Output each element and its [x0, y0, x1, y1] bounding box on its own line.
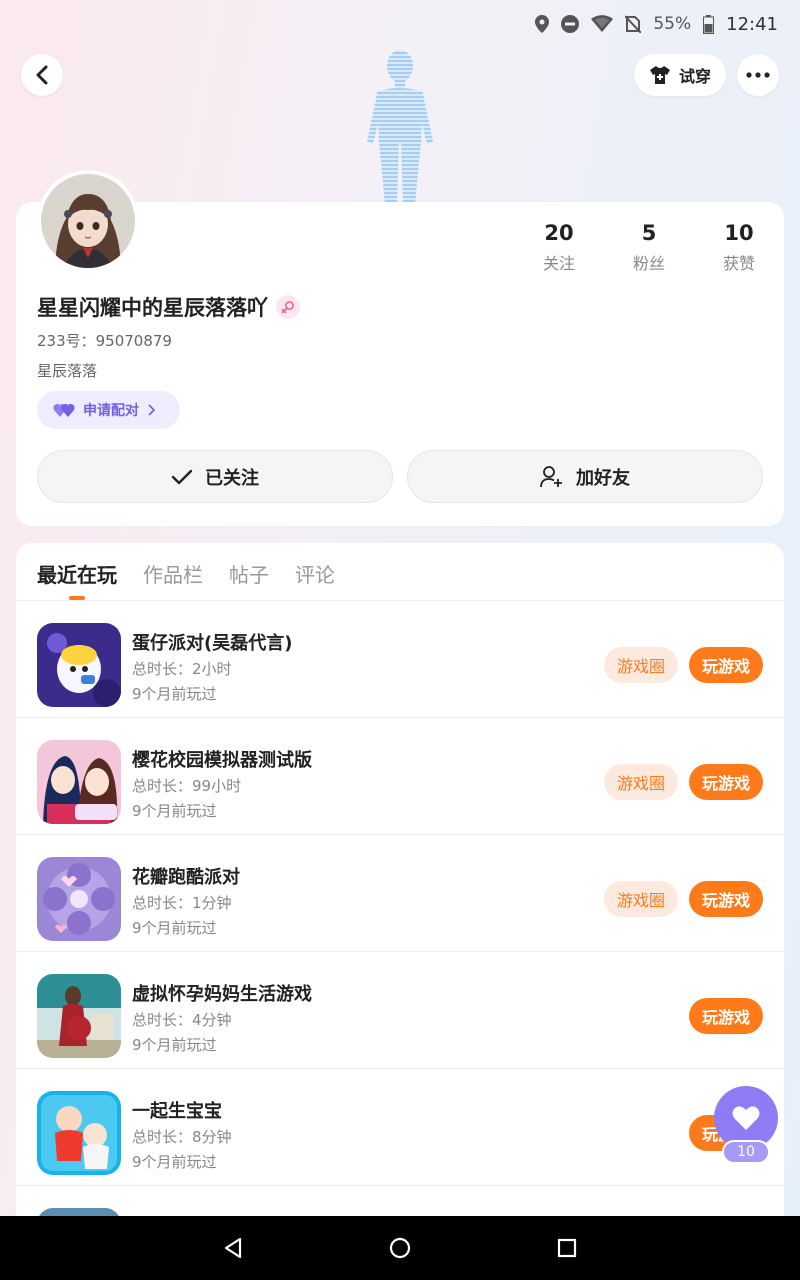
- status-bar: 55% 12:41: [0, 0, 800, 48]
- game-name: 一起生宝宝: [132, 1101, 222, 1122]
- heart-icon: [732, 1106, 760, 1130]
- gender-badge: [276, 295, 300, 319]
- game-name: 樱花校园模拟器测试版: [132, 750, 312, 771]
- followed-label: 已关注: [205, 467, 259, 489]
- profile-tabs: 最近在玩 作品栏 帖子 评论: [16, 543, 784, 601]
- game-row[interactable]: 虚拟怀孕妈妈生活游戏 总时长：4分钟 9个月前玩过 玩游戏: [16, 952, 784, 1069]
- dnd-icon: [561, 15, 580, 33]
- game-name: 蛋仔派对(吴磊代言): [132, 633, 293, 654]
- play-game-button[interactable]: 玩游戏: [689, 647, 763, 683]
- nickname: 星星闪耀中的星辰落落吖: [37, 296, 268, 320]
- battery-percent: 55%: [653, 14, 692, 34]
- game-icon[interactable]: [37, 623, 121, 707]
- game-duration: 总时长：2小时: [132, 660, 232, 678]
- game-icon[interactable]: [37, 857, 121, 941]
- stat-value: 5: [641, 221, 657, 245]
- avatar-image: [41, 174, 135, 268]
- nav-home-icon[interactable]: [389, 1237, 411, 1259]
- game-icon[interactable]: [37, 740, 121, 824]
- game-last-played: 9个月前玩过: [132, 685, 217, 703]
- apply-match-label: 申请配对: [83, 403, 139, 419]
- add-friend-label: 加好友: [576, 467, 630, 489]
- stat-label: 粉丝: [632, 254, 665, 273]
- recent-games-card: 最近在玩 作品栏 帖子 评论 蛋仔派对(吴磊代言) 总时长：2小时 9个月前玩过…: [16, 543, 784, 1243]
- avatar[interactable]: [37, 170, 139, 272]
- add-friend-button[interactable]: 加好友: [407, 450, 763, 503]
- tab-comments[interactable]: 评论: [295, 559, 335, 588]
- tab-works[interactable]: 作品栏: [143, 559, 203, 588]
- game-circle-button[interactable]: 游戏圈: [604, 647, 678, 683]
- game-duration: 总时长：4分钟: [132, 1011, 232, 1029]
- like-count-badge: 10: [722, 1140, 770, 1164]
- game-name: 虚拟怀孕妈妈生活游戏: [132, 984, 312, 1005]
- more-button[interactable]: [737, 54, 779, 96]
- clock: 12:41: [726, 13, 778, 35]
- stat-label: 获赞: [722, 254, 755, 273]
- game-last-played: 9个月前玩过: [132, 802, 217, 820]
- game-circle-button[interactable]: 游戏圈: [604, 881, 678, 917]
- user-bio: 星辰落落: [37, 362, 98, 380]
- avatar-hologram-figure: [367, 50, 433, 204]
- chevron-right-icon: [148, 404, 155, 416]
- game-last-played: 9个月前玩过: [132, 919, 217, 937]
- female-icon: [281, 301, 294, 314]
- stat-following[interactable]: 20 关注: [514, 220, 604, 274]
- game-duration: 总时长：99小时: [132, 777, 242, 795]
- try-on-button[interactable]: 试穿: [634, 54, 726, 96]
- game-row[interactable]: 一起生宝宝 总时长：8分钟 9个月前玩过 玩游戏: [16, 1069, 784, 1186]
- game-last-played: 9个月前玩过: [132, 1036, 217, 1054]
- tshirt-icon: [649, 66, 670, 84]
- game-circle-button[interactable]: 游戏圈: [604, 764, 678, 800]
- more-dots-icon: [746, 72, 770, 78]
- play-game-button[interactable]: 玩游戏: [689, 881, 763, 917]
- nav-back-icon[interactable]: [223, 1237, 243, 1259]
- double-heart-icon: [53, 403, 75, 417]
- add-user-icon: [540, 465, 562, 487]
- chevron-left-icon: [36, 65, 48, 85]
- game-last-played: 9个月前玩过: [132, 1153, 217, 1171]
- followed-button[interactable]: 已关注: [37, 450, 393, 503]
- wifi-icon: [591, 15, 614, 32]
- game-duration: 总时长：8分钟: [132, 1128, 232, 1146]
- system-nav-bar: [0, 1216, 800, 1280]
- location-icon: [535, 15, 550, 33]
- play-game-button[interactable]: 玩游戏: [689, 764, 763, 800]
- back-button[interactable]: [21, 54, 63, 96]
- game-row[interactable]: 花瓣跑酷派对 总时长：1分钟 9个月前玩过 游戏圈 玩游戏: [16, 835, 784, 952]
- game-row[interactable]: 蛋仔派对(吴磊代言) 总时长：2小时 9个月前玩过 游戏圈 玩游戏: [16, 601, 784, 718]
- play-game-button[interactable]: 玩游戏: [689, 998, 763, 1034]
- game-name: 花瓣跑酷派对: [132, 867, 240, 888]
- game-duration: 总时长：1分钟: [132, 894, 232, 912]
- stat-value: 10: [724, 221, 754, 245]
- game-icon[interactable]: [37, 1091, 121, 1175]
- tab-recent-play[interactable]: 最近在玩: [37, 559, 117, 588]
- nav-recents-icon[interactable]: [557, 1238, 577, 1258]
- stat-label: 关注: [542, 254, 575, 273]
- profile-stats: 20 关注 5 粉丝 10 获赞: [514, 220, 784, 274]
- nickname-row: 星星闪耀中的星辰落落吖: [37, 292, 300, 322]
- stat-fans[interactable]: 5 粉丝: [604, 220, 694, 274]
- stat-likes[interactable]: 10 获赞: [694, 220, 784, 274]
- profile-card: 20 关注 5 粉丝 10 获赞 星星闪耀中的星辰落落吖 233号：950708…: [16, 202, 784, 526]
- check-icon: [171, 469, 193, 484]
- no-sim-icon: [625, 15, 642, 33]
- game-icon[interactable]: [37, 974, 121, 1058]
- tab-posts[interactable]: 帖子: [229, 559, 269, 588]
- stat-value: 20: [544, 221, 574, 245]
- game-row[interactable]: 樱花校园模拟器测试版 总时长：99小时 9个月前玩过 游戏圈 玩游戏: [16, 718, 784, 835]
- apply-match-button[interactable]: 申请配对: [37, 391, 180, 429]
- battery-icon: [703, 14, 715, 34]
- try-on-label: 试穿: [678, 67, 711, 86]
- user-id: 233号：95070879: [37, 332, 172, 350]
- tab-indicator: [69, 596, 85, 600]
